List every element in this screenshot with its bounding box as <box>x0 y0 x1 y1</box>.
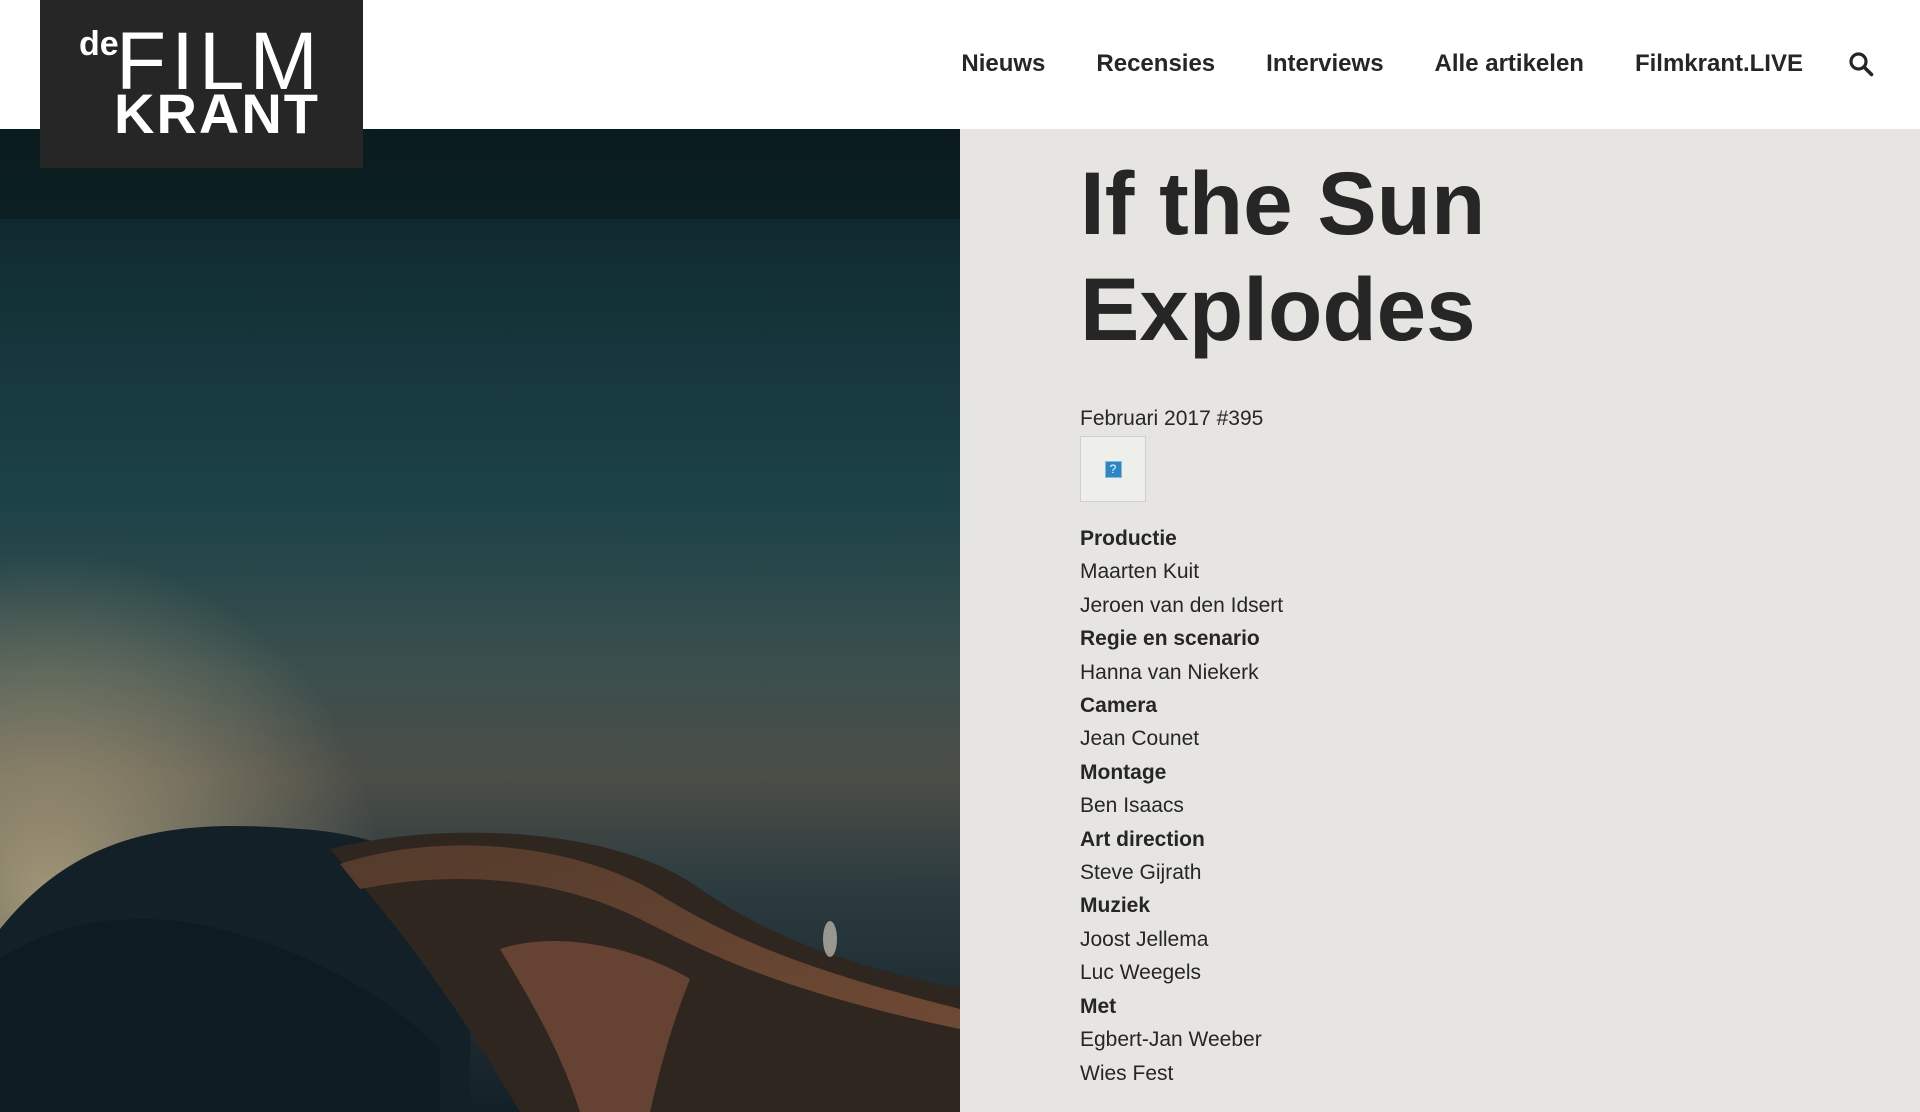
credits-list: Productie Maarten Kuit Jeroen van den Idse… <box>1080 522 1840 1090</box>
credit-value: Joost Jellema <box>1080 927 1209 951</box>
credit-label: Camera <box>1080 694 1158 718</box>
credit-label: Met <box>1080 994 1117 1018</box>
hero-photo <box>0 129 960 1112</box>
credit-label: Productie <box>1080 527 1177 550</box>
title-line-2: Explodes <box>1080 259 1476 359</box>
search-icon[interactable] <box>1848 51 1874 77</box>
hero-image <box>0 129 960 1112</box>
nav-item-nieuws[interactable]: Nieuws <box>961 50 1045 78</box>
credit-value: Egbert-Jan Weeber <box>1080 1028 1262 1052</box>
logo-krant: KRANT <box>114 82 320 145</box>
credit-label: Montage <box>1080 760 1167 784</box>
credit-label: Muziek <box>1080 894 1151 918</box>
credit-label: Regie en scenario <box>1080 627 1260 651</box>
article-content: If the Sun Explodes Februari 2017 #395 ?… <box>1080 150 1840 1090</box>
image-placeholder[interactable]: ? <box>1080 436 1146 502</box>
issue-label: Februari 2017 #395 <box>1080 407 1264 430</box>
credit-value: Hanna van Niekerk <box>1080 660 1259 684</box>
nav-item-alle-artikelen[interactable]: Alle artikelen <box>1435 50 1584 78</box>
credit-value: Wies Fest <box>1080 1061 1174 1085</box>
main-nav: Nieuws Recensies Interviews Alle artikel… <box>961 44 1920 84</box>
nav-item-interviews[interactable]: Interviews <box>1266 50 1383 78</box>
credit-value: Jeroen van den Idsert <box>1080 593 1284 617</box>
credit-label: Art direction <box>1080 827 1205 851</box>
credit-value: Steve Gijrath <box>1080 861 1202 885</box>
nav-item-recensies[interactable]: Recensies <box>1096 50 1215 78</box>
nav-item-filmkrant-live[interactable]: Filmkrant.LIVE <box>1635 50 1803 78</box>
article-title: If the Sun Explodes <box>1080 150 1840 362</box>
broken-image-icon: ? <box>1104 460 1122 478</box>
credit-value: Maarten Kuit <box>1080 560 1200 584</box>
site-logo[interactable]: de FILM KRANT <box>40 0 363 168</box>
logo-de: de <box>79 25 119 63</box>
title-line-1: If the Sun <box>1080 153 1486 253</box>
credit-value: Jean Counet <box>1080 727 1200 751</box>
credit-value: Luc Weegels <box>1080 961 1202 985</box>
credit-value: Ben Isaacs <box>1080 794 1184 818</box>
